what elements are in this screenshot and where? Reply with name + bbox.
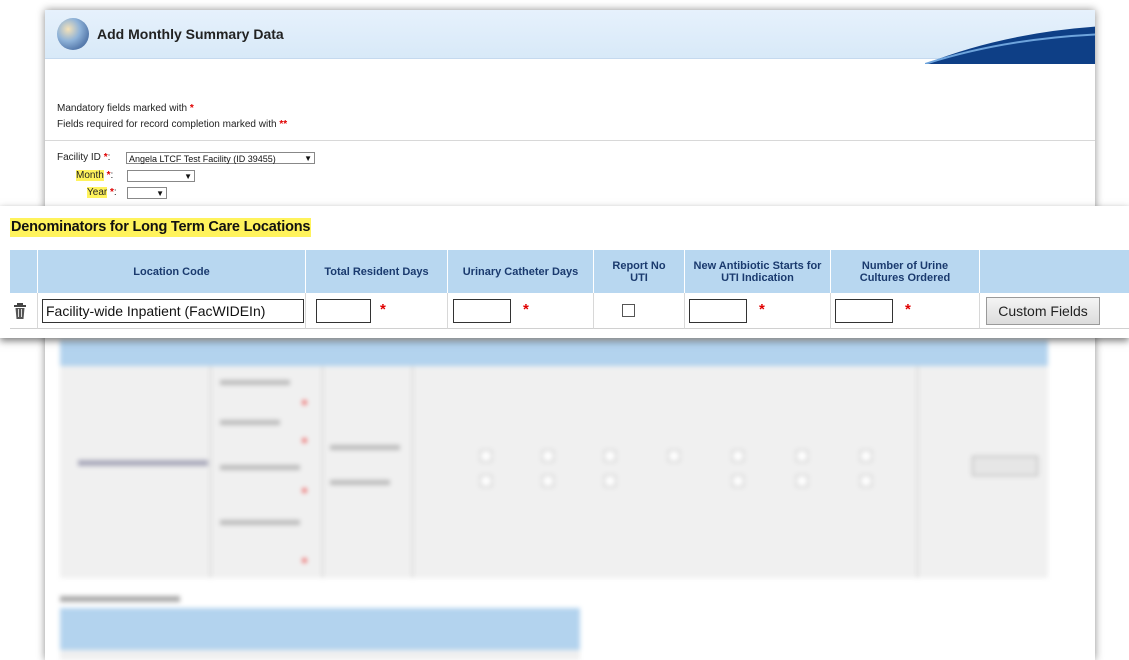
- divider: [45, 140, 1095, 141]
- column-header-blank: [10, 250, 38, 293]
- page-header: Add Monthly Summary Data: [45, 10, 1095, 64]
- chevron-down-icon: ▼: [184, 172, 192, 181]
- year-row: Year *:: [87, 187, 117, 198]
- blurred-checkbox: [796, 450, 808, 462]
- urinary-catheter-days-cell: *: [448, 293, 594, 329]
- blurred-table-header: [60, 340, 1048, 366]
- blurred-marker: [302, 438, 307, 443]
- page-title: Add Monthly Summary Data: [97, 26, 284, 42]
- blurred-table-body: [60, 366, 1048, 578]
- mandatory-note: Mandatory fields marked with *: [57, 103, 194, 114]
- blurred-button: [972, 456, 1038, 476]
- month-label: Month: [76, 170, 104, 181]
- blurred-table-header: [60, 608, 580, 650]
- header-swoosh: [925, 26, 1095, 64]
- trash-icon[interactable]: [14, 303, 26, 319]
- custom-fields-button[interactable]: Custom Fields: [986, 297, 1100, 325]
- location-code-cell: Facility-wide Inpatient (FacWIDEIn): [38, 293, 306, 329]
- column-header-total-resident-days: Total Resident Days: [306, 250, 448, 293]
- blurred-checkbox: [796, 475, 808, 487]
- required-marker: *: [905, 301, 911, 318]
- blurred-text: [220, 520, 300, 525]
- colon: :: [110, 170, 114, 181]
- blurred-text: [220, 380, 290, 385]
- blurred-checkbox: [668, 450, 680, 462]
- completion-note-text: Fields required for record completion ma…: [57, 119, 277, 130]
- column-header-new-antibiotic-starts: New Antibiotic Starts for UTI Indication: [685, 250, 831, 293]
- completion-note: Fields required for record completion ma…: [57, 119, 287, 130]
- blurred-divider: [917, 366, 918, 578]
- nhsn-logo-icon: [57, 18, 89, 50]
- urine-cultures-cell: *: [831, 293, 980, 329]
- blurred-divider: [412, 366, 413, 578]
- facility-row: Facility ID *:: [57, 152, 110, 163]
- facility-select[interactable]: Angela LTCF Test Facility (ID 39455) ▼: [126, 152, 315, 164]
- report-no-uti-checkbox[interactable]: [622, 304, 635, 317]
- report-no-uti-cell: [594, 293, 685, 329]
- blurred-text: [330, 480, 390, 485]
- blurred-checkbox: [480, 475, 492, 487]
- year-label: Year: [87, 187, 108, 198]
- blurred-checkbox: [480, 450, 492, 462]
- blurred-text: [220, 465, 300, 470]
- blurred-text: [330, 445, 400, 450]
- blurred-table-body: [60, 650, 580, 660]
- blurred-marker: [302, 400, 307, 405]
- completion-marker: **: [279, 119, 288, 130]
- column-header-urine-cultures: Number of Urine Cultures Ordered: [831, 250, 980, 293]
- year-select[interactable]: ▼: [127, 187, 167, 199]
- blurred-marker: [302, 558, 307, 563]
- blurred-text: [220, 420, 280, 425]
- denominators-panel: Denominators for Long Term Care Location…: [0, 206, 1129, 338]
- required-marker: *: [189, 103, 194, 114]
- month-select[interactable]: ▼: [127, 170, 195, 182]
- colon: :: [113, 187, 117, 198]
- required-marker: *: [380, 301, 386, 318]
- chevron-down-icon: ▼: [304, 154, 312, 163]
- custom-fields-cell: Custom Fields: [980, 293, 1129, 329]
- month-row: Month *:: [76, 170, 113, 181]
- blurred-checkbox: [542, 475, 554, 487]
- location-code-value: Facility-wide Inpatient (FacWIDEIn): [46, 303, 266, 319]
- blurred-checkbox: [604, 475, 616, 487]
- urinary-catheter-days-input[interactable]: [453, 299, 511, 323]
- blurred-text: [78, 460, 208, 466]
- blurred-divider: [210, 366, 211, 578]
- blurred-checkbox: [542, 450, 554, 462]
- blurred-checkbox: [860, 450, 872, 462]
- urine-cultures-input[interactable]: [835, 299, 893, 323]
- facility-select-value: Angela LTCF Test Facility (ID 39455): [129, 154, 276, 164]
- column-header-location-code: Location Code: [38, 250, 306, 293]
- blurred-marker: [302, 488, 307, 493]
- section-title: Denominators for Long Term Care Location…: [10, 218, 312, 237]
- blurred-form-content: [12, 320, 1052, 660]
- location-code-select[interactable]: Facility-wide Inpatient (FacWIDEIn): [42, 299, 304, 323]
- total-resident-days-cell: *: [306, 293, 448, 329]
- new-antibiotic-starts-cell: *: [685, 293, 831, 329]
- delete-cell: [10, 293, 38, 329]
- blurred-text: [60, 596, 180, 602]
- blurred-checkbox: [604, 450, 616, 462]
- column-header-report-no-uti: Report No UTI: [594, 250, 685, 293]
- blurred-checkbox: [860, 475, 872, 487]
- blurred-divider: [322, 366, 323, 578]
- colon: :: [107, 152, 111, 163]
- new-antibiotic-starts-input[interactable]: [689, 299, 747, 323]
- blurred-checkbox: [732, 450, 744, 462]
- column-header-urinary-catheter-days: Urinary Catheter Days: [448, 250, 594, 293]
- total-resident-days-input[interactable]: [316, 299, 371, 323]
- chevron-down-icon: ▼: [156, 189, 164, 198]
- column-header-actions: [980, 250, 1129, 293]
- blurred-checkbox: [732, 475, 744, 487]
- required-marker: *: [759, 301, 765, 318]
- mandatory-note-text: Mandatory fields marked with: [57, 103, 188, 114]
- required-marker: *: [523, 301, 529, 318]
- denominators-table: Location Code Total Resident Days Urinar…: [10, 250, 1129, 336]
- facility-label: Facility ID: [57, 152, 101, 163]
